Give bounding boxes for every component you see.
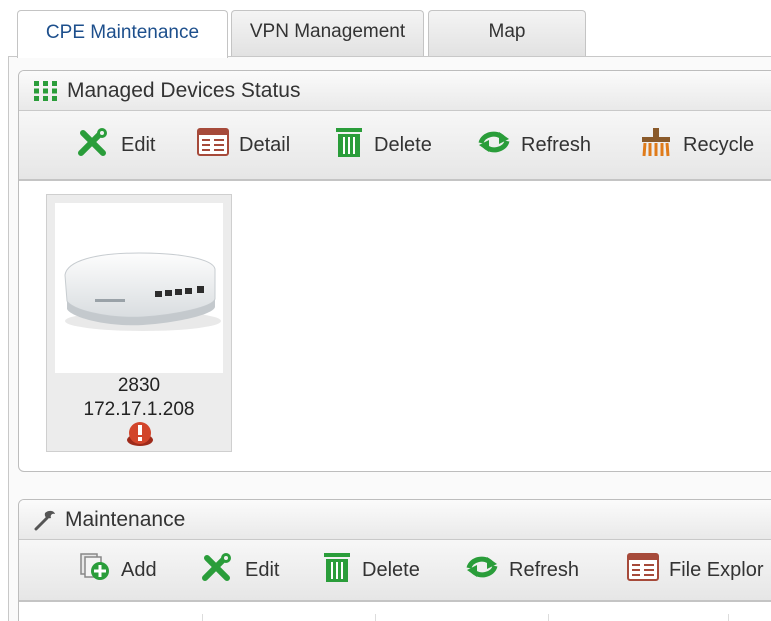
tab-label: Map — [488, 20, 526, 42]
tools-icon — [201, 552, 245, 588]
refresh-button[interactable]: Refresh — [477, 111, 591, 179]
device-ip: 172.17.1.208 — [83, 399, 195, 420]
edit-button[interactable]: Edit — [201, 540, 279, 600]
delete-button[interactable]: Delete — [322, 540, 420, 600]
delete-label: Delete — [362, 558, 420, 581]
detail-label: Detail — [239, 133, 291, 156]
add-device-icon — [79, 552, 121, 588]
panel-title: Managed Devices Status — [67, 78, 301, 102]
refresh-label: Refresh — [521, 133, 592, 156]
file-explorer-icon — [627, 553, 669, 587]
detail-icon — [197, 128, 239, 162]
maintenance-toolbar: Add Edit Delete Refresh File Explor — [19, 540, 771, 602]
edit-button[interactable]: Edit — [77, 111, 155, 179]
device-card[interactable]: 2830 172.17.1.208 — [46, 194, 232, 452]
panel-header: Maintenance — [19, 500, 771, 540]
delete-button[interactable]: Delete — [334, 111, 432, 179]
tab-label: CPE Maintenance — [45, 21, 200, 43]
panel-header: Managed Devices Status — [19, 71, 771, 111]
device-model: 2830 — [117, 375, 161, 396]
tab-cpe-maintenance[interactable]: CPE Maintenance — [17, 10, 228, 58]
file-explorer-button[interactable]: File Explor — [627, 540, 763, 600]
recycle-button[interactable]: Recycle — [639, 111, 754, 179]
tab-bar: CPE Maintenance VPN Management Map — [0, 0, 771, 621]
grid-icon — [33, 80, 59, 102]
file-explorer-label: File Explor — [669, 558, 764, 581]
add-label: Add — [121, 558, 157, 581]
recycle-bin-icon — [639, 127, 683, 163]
refresh-icon — [477, 129, 521, 161]
tab-vpn-management[interactable]: VPN Management — [231, 10, 424, 56]
edit-label: Edit — [245, 558, 280, 581]
table-header-hint — [20, 602, 771, 621]
trash-icon — [322, 551, 362, 589]
warning-icon — [125, 421, 155, 452]
tab-map[interactable]: Map — [428, 10, 586, 56]
panel-title: Maintenance — [65, 507, 186, 531]
app-window: CPE Maintenance VPN Management Map Manag… — [0, 0, 771, 621]
tab-label: VPN Management — [249, 20, 406, 42]
tools-icon — [77, 127, 121, 163]
wrench-icon — [33, 509, 57, 531]
router-image — [55, 203, 223, 373]
add-button[interactable]: Add — [79, 540, 157, 600]
edit-label: Edit — [121, 133, 156, 156]
refresh-icon — [465, 554, 509, 586]
refresh-button[interactable]: Refresh — [465, 540, 579, 600]
refresh-label: Refresh — [509, 558, 580, 581]
devices-toolbar: Edit Detail Delete Refresh Recycle — [19, 111, 771, 181]
trash-icon — [334, 126, 374, 164]
delete-label: Delete — [374, 133, 432, 156]
detail-button[interactable]: Detail — [197, 111, 290, 179]
recycle-label: Recycle — [683, 133, 755, 156]
